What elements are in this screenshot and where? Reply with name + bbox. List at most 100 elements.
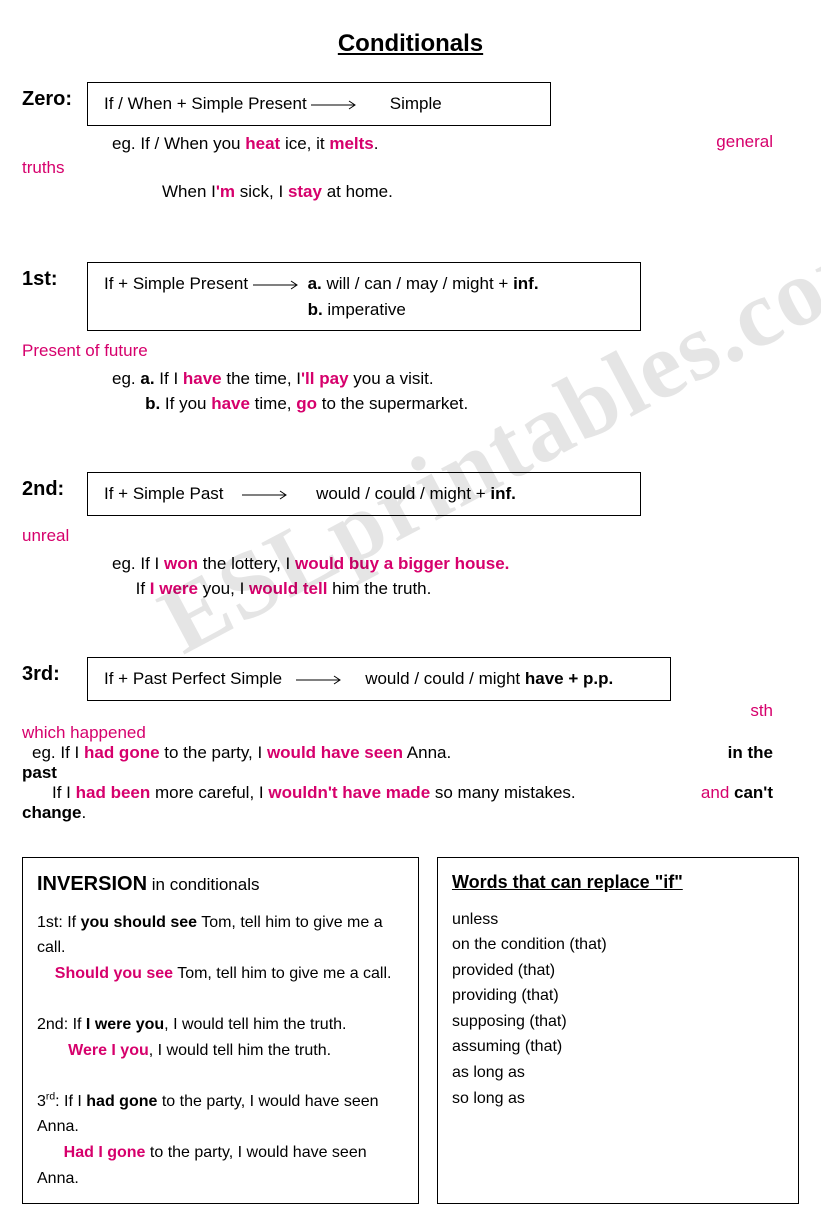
text: eg. (112, 369, 140, 388)
inversion-title: INVERSION in conditionals (37, 868, 404, 900)
text: in conditionals (147, 875, 259, 894)
verb-heat: heat (245, 134, 280, 153)
third-label: 3rd: (22, 657, 87, 686)
text: would / could / might (365, 669, 525, 688)
arrow-icon (296, 674, 346, 686)
text: 1st: If (37, 914, 81, 931)
text: I were you (86, 1016, 164, 1033)
section-third: 3rd: If + Past Perfect Simple would / co… (22, 657, 799, 823)
text: the lottery, I (198, 554, 295, 573)
text: INVERSION (37, 873, 147, 895)
replace-item: unless (452, 907, 784, 933)
inversion-3rd: 3rd: If I had gone to the party, I would… (37, 1089, 404, 1191)
text: you should see (81, 914, 197, 931)
inversion-2nd: 2nd: If I were you, I would tell him the… (37, 1012, 404, 1063)
zero-tag-truths: truths (22, 158, 799, 178)
third-example-2: If I had been more careful, I wouldn't h… (52, 783, 799, 803)
text: a. (308, 274, 322, 293)
text: If (136, 579, 150, 598)
text: a. (140, 369, 154, 388)
text: Had I gone (64, 1144, 146, 1161)
replace-item: on the condition (that) (452, 932, 784, 958)
verb-have: have (183, 369, 222, 388)
text: eg. If I (32, 743, 84, 762)
text: If + Simple Past (104, 484, 224, 503)
text: If I (155, 369, 183, 388)
second-tag: unreal (22, 526, 799, 546)
section-second: 2nd: If + Simple Past would / could / mi… (22, 472, 799, 601)
inversion-1st: 1st: If you should see Tom, tell him to … (37, 910, 404, 987)
verb-wouldnt-have-made: wouldn't have made (268, 783, 430, 802)
second-examples: eg. If I won the lottery, I would buy a … (112, 552, 799, 601)
replace-item: providing (that) (452, 983, 784, 1009)
zero-formula: If / When + Simple Present Simple (87, 82, 551, 126)
section-zero: Zero: If / When + Simple Present Simple … (22, 82, 799, 202)
text: will / can / may / might + (322, 274, 513, 293)
replace-item: as long as (452, 1060, 784, 1086)
verb-go: go (296, 394, 317, 413)
zero-formula-right: Simple (390, 94, 442, 113)
text: have + p.p. (525, 669, 613, 688)
text: Tom, tell him to give me a call. (173, 965, 391, 982)
bottom-boxes: INVERSION in conditionals 1st: If you sh… (22, 857, 799, 1205)
zero-example-2: When I'm sick, I stay at home. (162, 182, 799, 202)
text: had gone (86, 1093, 157, 1110)
text: If you (160, 394, 211, 413)
text: eg. If / When you (112, 134, 245, 153)
text: 2nd: If (37, 1016, 86, 1033)
second-label: 2nd: (22, 472, 87, 501)
text: would / could / might + (316, 484, 490, 503)
third-formula: If + Past Perfect Simple would / could /… (87, 657, 671, 701)
page-title: Conditionals (22, 30, 799, 58)
verb-have2: have (211, 394, 250, 413)
arrow-icon (242, 489, 292, 501)
text: eg. If I (112, 554, 164, 573)
verb-would-tell: would tell (249, 579, 327, 598)
text: time, (250, 394, 296, 413)
verb-would-buy: would buy a bigger house. (295, 554, 509, 573)
text: . (374, 134, 379, 153)
first-label: 1st: (22, 262, 87, 291)
replace-item: supposing (that) (452, 1009, 784, 1035)
second-formula: If + Simple Past would / could / might +… (87, 472, 641, 516)
text: , I would tell him the truth. (164, 1016, 346, 1033)
third-tag-which-happened: which happened (22, 723, 799, 743)
inversion-box: INVERSION in conditionals 1st: If you sh… (22, 857, 419, 1205)
text: rd (46, 1092, 55, 1103)
text: to the party, I (160, 743, 267, 762)
replace-box: Words that can replace "if" unless on th… (437, 857, 799, 1205)
verb-won: won (164, 554, 198, 573)
replace-item: so long as (452, 1086, 784, 1112)
zero-formula-left: If / When + Simple Present (104, 94, 307, 113)
first-tag: Present of future (22, 341, 799, 361)
verb-stay: stay (288, 182, 322, 201)
text: more careful, I (150, 783, 268, 802)
text: him the truth. (327, 579, 431, 598)
text: you, I (198, 579, 249, 598)
text: When I (162, 182, 216, 201)
text: ice, it (280, 134, 329, 153)
third-tag-in-the: in the (728, 743, 773, 763)
first-examples: eg. a. If I have the time, I'll pay you … (112, 367, 799, 416)
replace-item: assuming (that) (452, 1034, 784, 1060)
arrow-icon (253, 279, 303, 291)
verb-am: 'm (216, 182, 235, 201)
text: b. (145, 394, 160, 413)
text: can't (734, 783, 773, 802)
third-tag-and-cant: and can't (701, 783, 773, 803)
text: so many mistakes. (430, 783, 576, 802)
verb-had-gone: had gone (84, 743, 160, 762)
text: inf. (490, 484, 516, 503)
first-formula: If + Simple Present a. will / can / may … (87, 262, 641, 331)
text: 3 (37, 1093, 46, 1110)
zero-label: Zero: (22, 82, 87, 111)
zero-example-1: eg. If / When you heat ice, it melts. (112, 132, 799, 157)
verb-melts: melts (329, 134, 373, 153)
arrow-icon (311, 99, 361, 111)
replace-title: Words that can replace "if" (452, 868, 784, 897)
third-tag-change: change. (22, 803, 799, 823)
verb-had-been: had been (76, 783, 151, 802)
text: Were I you (68, 1042, 149, 1059)
text: and (701, 783, 734, 802)
third-example-1: eg. If I had gone to the party, I would … (32, 743, 799, 763)
